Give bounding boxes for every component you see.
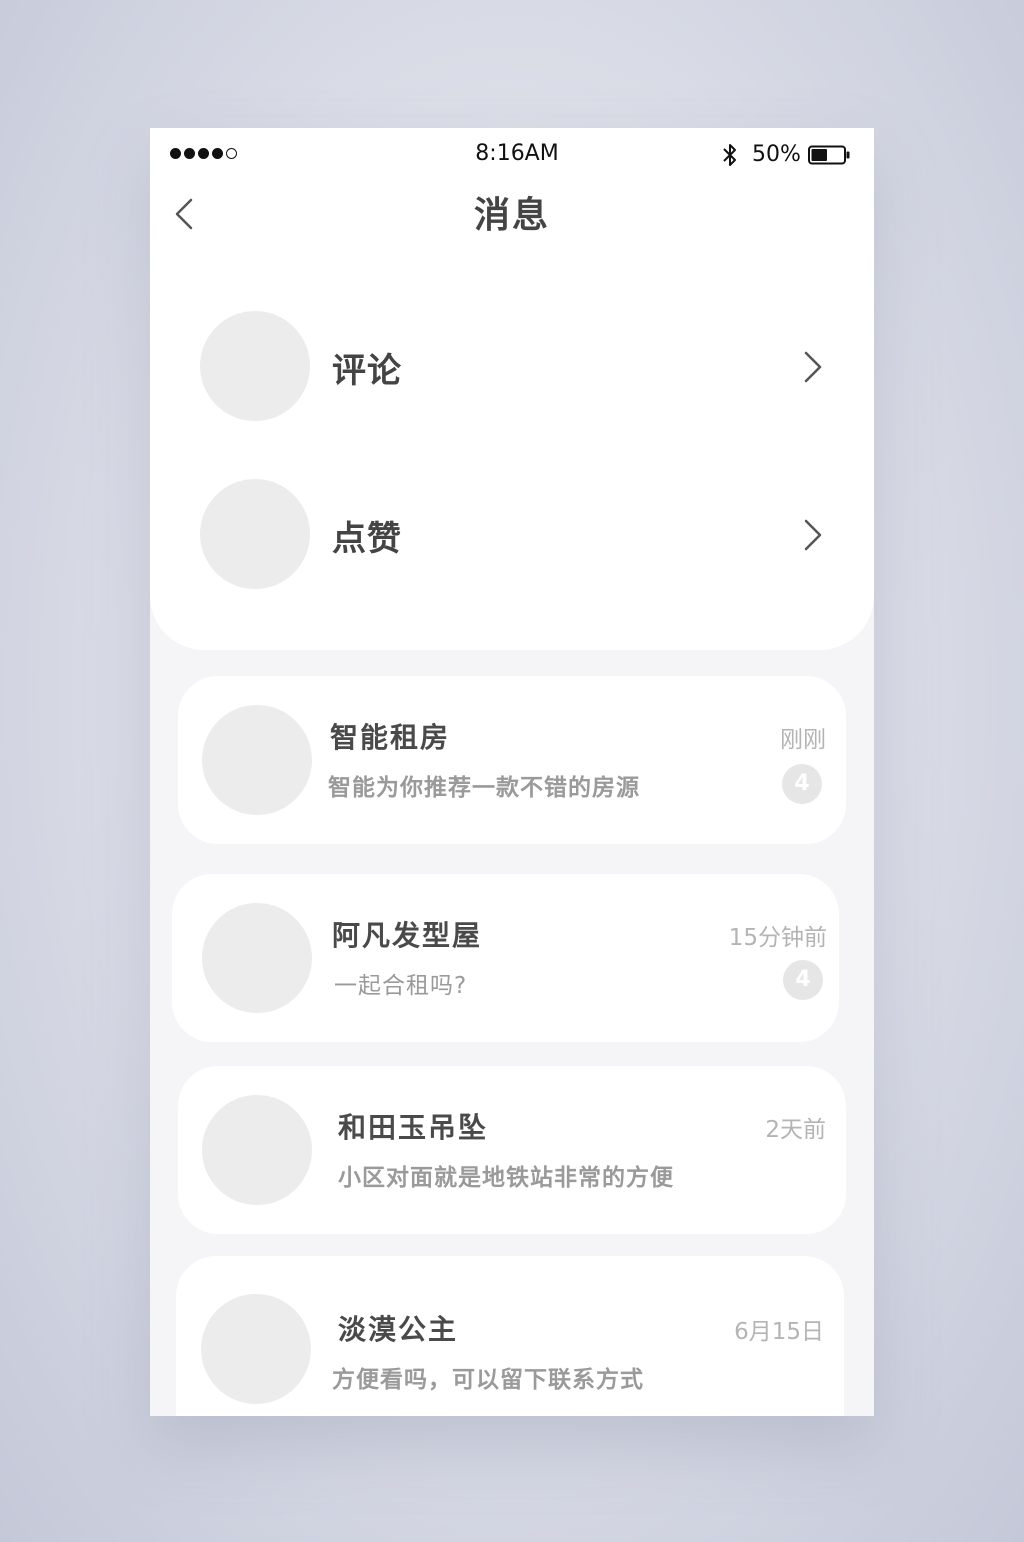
battery-icon	[808, 145, 850, 165]
message-preview: 方便看吗，可以留下联系方式	[332, 1367, 644, 1393]
message-card[interactable]: 阿凡发型屋 一起合租吗? 15分钟前 4	[172, 874, 839, 1042]
chevron-right-icon	[804, 519, 822, 551]
page-title: 消息	[473, 195, 550, 236]
navigation-bar: 消息	[150, 184, 874, 244]
comments-entry[interactable]: 评论	[150, 311, 874, 421]
contact-avatar	[202, 903, 312, 1013]
unread-badge: 4	[783, 960, 823, 1000]
comments-avatar	[200, 311, 310, 421]
message-time: 2天前	[765, 1117, 826, 1143]
contact-avatar	[202, 1095, 312, 1205]
likes-avatar	[200, 479, 310, 589]
contact-name: 和田玉吊坠	[338, 1111, 489, 1144]
message-preview: 小区对面就是地铁站非常的方便	[338, 1165, 674, 1191]
message-time: 刚刚	[780, 727, 826, 753]
message-card[interactable]: 和田玉吊坠 小区对面就是地铁站非常的方便 2天前	[178, 1066, 846, 1234]
contact-avatar	[201, 1294, 311, 1404]
message-card[interactable]: 智能租房 智能为你推荐一款不错的房源 刚刚 4	[178, 676, 846, 844]
contact-name: 智能租房	[330, 721, 451, 754]
message-card[interactable]: 淡漠公主 方便看吗，可以留下联系方式 6月15日	[176, 1256, 844, 1416]
message-preview: 智能为你推荐一款不错的房源	[328, 775, 640, 801]
status-bar: 8:16AM 50%	[150, 128, 874, 184]
message-time: 6月15日	[734, 1319, 824, 1345]
bluetooth-icon	[723, 144, 736, 166]
contact-name: 阿凡发型屋	[332, 919, 483, 952]
chevron-right-icon	[804, 351, 822, 383]
unread-badge: 4	[782, 764, 822, 804]
top-panel: 8:16AM 50% 消息 评论 点赞	[150, 128, 874, 650]
battery-percent: 50%	[752, 142, 801, 167]
message-time: 15分钟前	[728, 925, 827, 951]
likes-entry[interactable]: 点赞	[150, 479, 874, 589]
comments-label: 评论	[332, 351, 402, 391]
phone-screen: 8:16AM 50% 消息 评论 点赞 智能租房 智能为你推荐一款不错的房源 刚…	[150, 128, 874, 1416]
message-preview: 一起合租吗?	[334, 973, 468, 999]
contact-avatar	[202, 705, 312, 815]
contact-name: 淡漠公主	[338, 1313, 459, 1346]
likes-label: 点赞	[332, 519, 402, 559]
